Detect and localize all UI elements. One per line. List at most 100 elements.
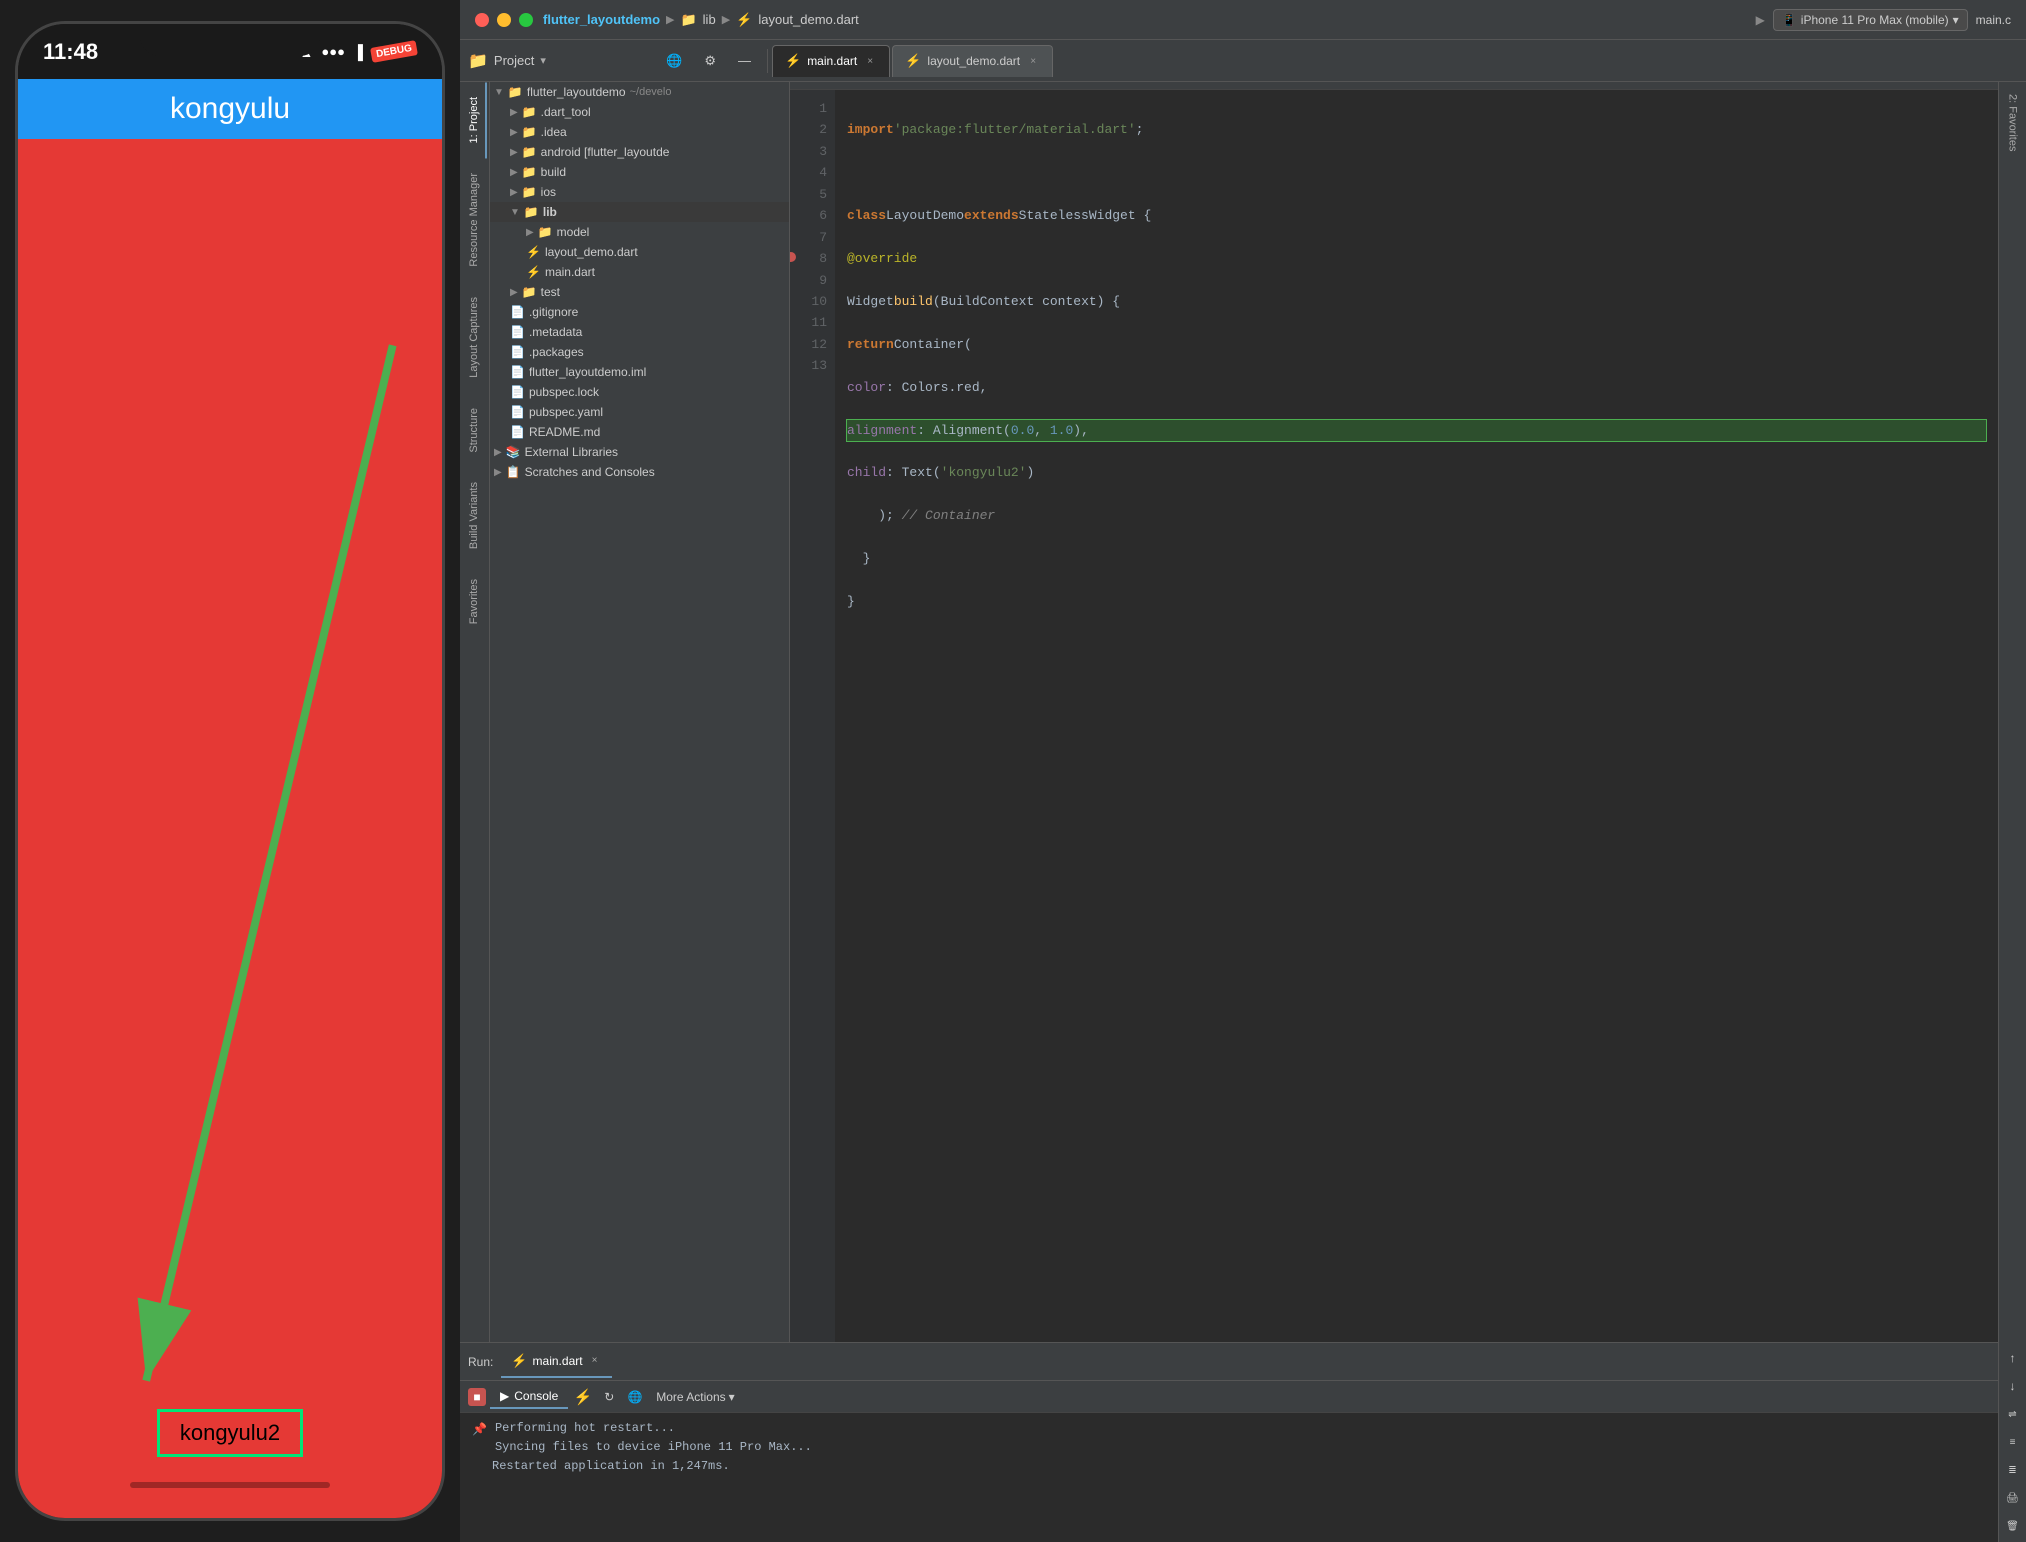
tab-layout-demo[interactable]: ⚡ layout_demo.dart × [892, 45, 1053, 77]
file-item-test[interactable]: ▶ 📁 test [490, 282, 789, 302]
file-item-dart-tool[interactable]: ▶ 📁 .dart_tool [490, 102, 789, 122]
globe-btn[interactable]: 🌐 [658, 49, 690, 73]
wrap-btn[interactable]: ⇌ [2002, 1403, 2024, 1425]
device-icon: 📱 [1782, 13, 1797, 27]
sidebar-item-layout[interactable]: Layout Captures [463, 282, 487, 393]
dart-icon-main: ⚡ [526, 265, 541, 279]
sidebar-item-resource[interactable]: Resource Manager [463, 158, 487, 282]
main-c-tab: main.c [1976, 13, 2011, 27]
down-arrow-btn[interactable]: ↓ [2002, 1375, 2024, 1397]
sidebar-item-project[interactable]: 1: Project [463, 82, 487, 158]
folder-icon-root-img: 📁 [508, 85, 523, 99]
more-actions-button[interactable]: More Actions ▾ [650, 1387, 740, 1407]
file-tree-root-label: flutter_layoutdemo [527, 85, 626, 99]
folder-test-icon: 📁 [522, 285, 537, 299]
file-item-iml[interactable]: 📄 flutter_layoutdemo.iml [490, 362, 789, 382]
list-btn[interactable]: ≡ [2002, 1431, 2024, 1453]
phone-home-indicator [130, 1482, 330, 1488]
file-idea-label: .idea [541, 125, 567, 139]
settings-btn[interactable]: ⚙ [696, 49, 724, 73]
file-dart-tool-label: .dart_tool [541, 105, 591, 119]
console-line-3: Restarted application in 1,247ms. [492, 1457, 2014, 1476]
file-test-label: test [541, 285, 560, 299]
file-iml-icon: 📄 [510, 365, 525, 379]
file-item-main[interactable]: ⚡ main.dart [490, 262, 789, 282]
refresh-btn[interactable]: ↻ [598, 1386, 620, 1408]
file-ios-label: ios [541, 185, 556, 199]
file-item-external-libs[interactable]: ▶ 📚 External Libraries [490, 442, 789, 462]
phone-container: 11:48 ▲ ●●● ▐ DEBUG kongyulu [0, 0, 460, 1542]
print-btn[interactable]: 🖨 [2002, 1487, 2024, 1509]
chevron-icon: ▾ [1953, 13, 1959, 27]
stop-button[interactable]: ■ [468, 1388, 486, 1406]
file-item-readme[interactable]: 📄 README.md [490, 422, 789, 442]
tab-main-label: main.dart [807, 54, 857, 68]
code-content[interactable]: import 'package:flutter/material.dart'; … [835, 90, 1998, 1342]
file-item-build[interactable]: ▶ 📁 build [490, 162, 789, 182]
side-panel-tabs: 1: Project Resource Manager Layout Captu… [460, 82, 490, 1342]
up-arrow-btn[interactable]: ↑ [2002, 1347, 2024, 1369]
console-tab-btn[interactable]: ▶ Console [490, 1385, 568, 1409]
file-item-ios[interactable]: ▶ 📁 ios [490, 182, 789, 202]
phone-frame: 11:48 ▲ ●●● ▐ DEBUG kongyulu [15, 21, 445, 1521]
console-output-area[interactable]: 📌 Performing hot restart... Syncing file… [460, 1413, 2026, 1542]
traffic-light-yellow[interactable] [497, 13, 511, 27]
right-panel-tabs: 2: Favorites [1998, 82, 2026, 1342]
phone-app-title: kongyulu [170, 92, 290, 126]
tab-layout-close[interactable]: × [1026, 54, 1040, 68]
file-build-label: build [541, 165, 566, 179]
file-item-pubspec-yaml[interactable]: 📄 pubspec.yaml [490, 402, 789, 422]
run-button-icon: ▶ [1756, 13, 1765, 27]
tab-run-main[interactable]: ⚡ main.dart × [501, 1346, 611, 1378]
lightning-btn[interactable]: ⚡ [572, 1386, 594, 1408]
file-item-idea[interactable]: ▶ 📁 .idea [490, 122, 789, 142]
bottom-toolbar: ■ ▶ Console ⚡ ↻ 🌐 More Actions ▾ [460, 1381, 2026, 1413]
file-item-layout-demo[interactable]: ⚡ layout_demo.dart [490, 242, 789, 262]
chevron-scratches: ▶ [494, 467, 502, 478]
traffic-light-red[interactable] [475, 13, 489, 27]
run-tab-close[interactable]: × [588, 1354, 602, 1368]
file-tree: ▼ 📁 flutter_layoutdemo ~/develo ▶ 📁 .dar… [490, 82, 790, 1342]
device-selector[interactable]: 📱 iPhone 11 Pro Max (mobile) ▾ [1773, 9, 1968, 31]
file-item-metadata[interactable]: 📄 .metadata [490, 322, 789, 342]
file-item-gitignore[interactable]: 📄 .gitignore [490, 302, 789, 322]
file-iml-label: flutter_layoutdemo.iml [529, 365, 646, 379]
file-tree-root[interactable]: ▼ 📁 flutter_layoutdemo ~/develo [490, 82, 789, 102]
chevron-build: ▶ [510, 167, 518, 178]
file-item-lib[interactable]: ▼ 📁 lib [490, 202, 789, 222]
tab-main-close[interactable]: × [863, 54, 877, 68]
code-editor[interactable]: 1 2 3 4 5 6 7 8 9 10 11 12 13 [790, 82, 1998, 1342]
traffic-light-green[interactable] [519, 13, 533, 27]
console-line-1: Performing hot restart... [492, 1419, 2014, 1438]
chevron-dart-tool: ▶ [510, 107, 518, 118]
sidebar-right-item[interactable]: 2: Favorites [2002, 82, 2024, 163]
title-file-label[interactable]: layout_demo.dart [758, 12, 858, 27]
ide-main: 1: Project Resource Manager Layout Captu… [460, 82, 2026, 1342]
file-metadata-label: .metadata [529, 325, 582, 339]
file-item-packages[interactable]: 📄 .packages [490, 342, 789, 362]
sidebar-item-structure[interactable]: Structure [463, 393, 487, 468]
trash-btn[interactable]: 🗑 [2002, 1515, 2024, 1537]
list2-btn[interactable]: ≣ [2002, 1459, 2024, 1481]
title-project-name[interactable]: flutter_layoutdemo [543, 12, 660, 27]
chevron-android: ▶ [510, 147, 518, 158]
globe-console-btn[interactable]: 🌐 [624, 1386, 646, 1408]
file-item-android[interactable]: ▶ 📁 android [flutter_layoutde [490, 142, 789, 162]
file-item-model[interactable]: ▶ 📁 model [490, 222, 789, 242]
file-item-scratches[interactable]: ▶ 📋 Scratches and Consoles [490, 462, 789, 482]
chevron-down-project: ▾ [540, 54, 546, 67]
chevron-test: ▶ [510, 287, 518, 298]
bottom-panel-tabs: Run: ⚡ main.dart × [460, 1343, 2026, 1381]
title-file-icon: ⚡ [736, 12, 752, 28]
file-android-label: android [flutter_layoutde [541, 145, 670, 159]
project-label[interactable]: Project [494, 53, 534, 68]
sidebar-item-favorites[interactable]: Favorites [463, 564, 487, 639]
file-item-pubspec-lock[interactable]: 📄 pubspec.lock [490, 382, 789, 402]
sidebar-item-build[interactable]: Build Variants [463, 467, 487, 564]
tab-main-dart[interactable]: ⚡ main.dart × [772, 45, 890, 77]
folder-android-icon: 📁 [522, 145, 537, 159]
collapse-btn[interactable]: — [730, 49, 759, 72]
file-packages-label: .packages [529, 345, 584, 359]
file-gitignore-icon: 📄 [510, 305, 525, 319]
more-actions-chevron: ▾ [729, 1390, 735, 1404]
